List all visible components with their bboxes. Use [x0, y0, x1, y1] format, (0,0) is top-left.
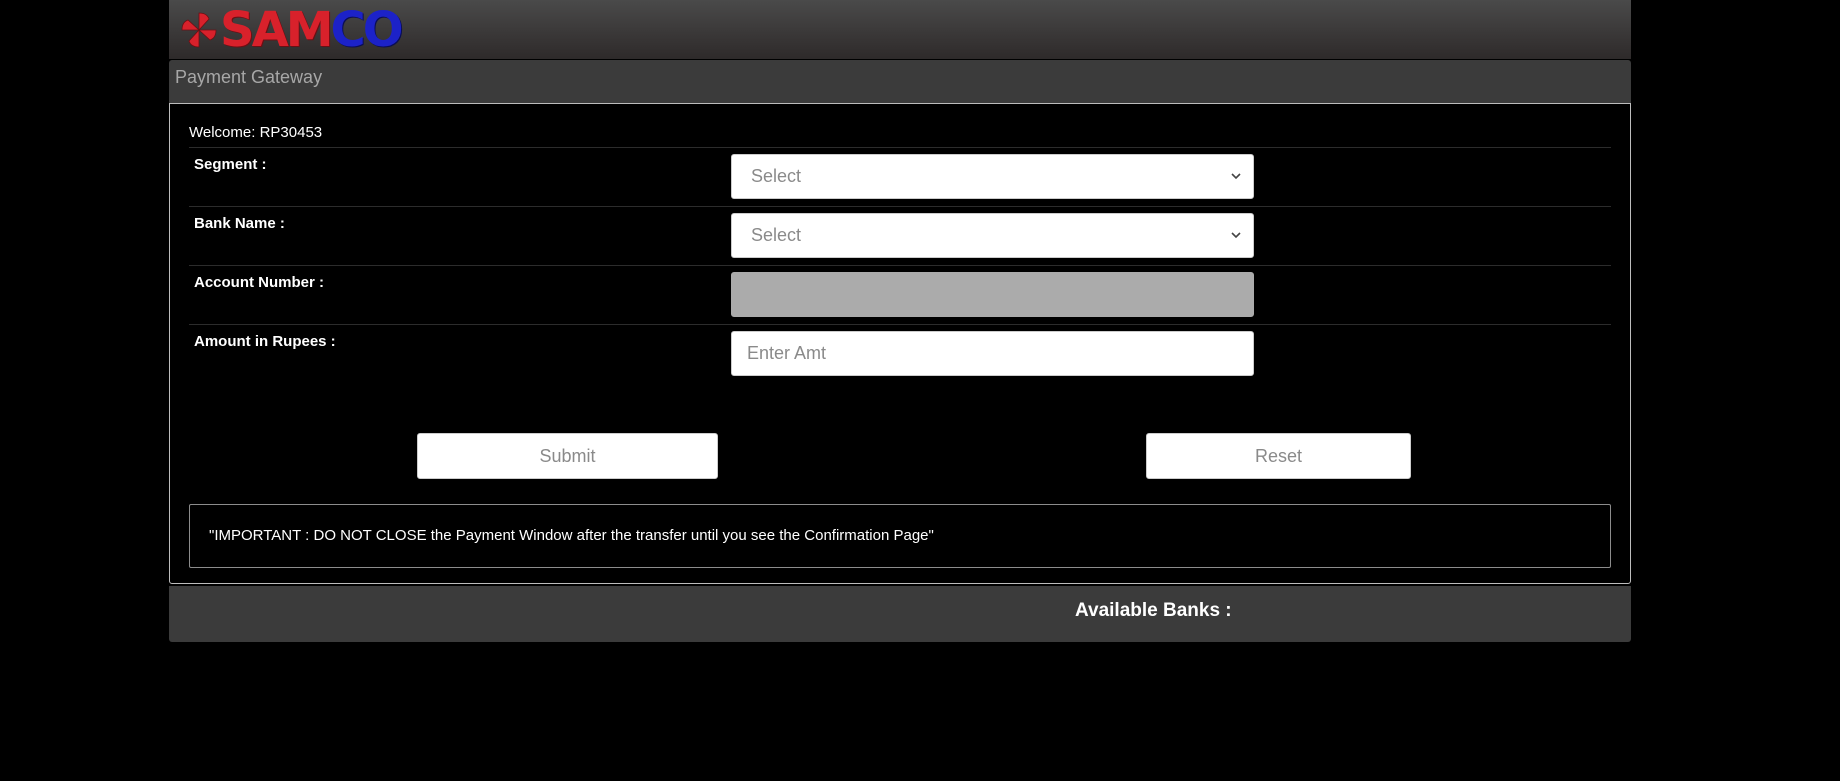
title-bar: Payment Gateway — [169, 60, 1631, 103]
bank-name-select-value: Select — [751, 225, 802, 245]
available-banks-title: Available Banks : — [1075, 600, 1232, 621]
logo-text-sam: SAM — [220, 2, 333, 58]
payment-form-panel: Welcome: RP30453 Segment : Select Bank N… — [169, 103, 1631, 584]
amount-label: Amount in Rupees : — [194, 333, 336, 350]
bank-name-select[interactable]: Select — [731, 213, 1254, 258]
samco-logo[interactable]: SAMCO — [178, 6, 404, 54]
page: SAMCO Payment Gateway Welcome: RP30453 S… — [169, 0, 1631, 642]
page-title: Payment Gateway — [175, 67, 323, 87]
available-banks-bar: Available Banks : — [169, 586, 1631, 642]
amount-row: Amount in Rupees : — [189, 324, 1611, 384]
account-number-row: Account Number : — [189, 265, 1611, 325]
header: SAMCO — [169, 0, 1631, 59]
account-number-label: Account Number : — [194, 274, 325, 291]
bank-name-row: Bank Name : Select — [189, 206, 1611, 266]
logo-text-co: CO — [330, 2, 403, 58]
submit-button[interactable]: Submit — [417, 433, 718, 479]
reset-button[interactable]: Reset — [1146, 433, 1411, 479]
bank-name-label: Bank Name : — [194, 215, 285, 232]
segment-label: Segment : — [194, 156, 267, 173]
segment-row: Segment : Select — [189, 147, 1611, 207]
logo-wordmark: SAMCO — [220, 6, 404, 54]
segment-select-value: Select — [751, 166, 802, 186]
account-number-field — [731, 272, 1254, 317]
segment-select[interactable]: Select — [731, 154, 1254, 199]
welcome-text: Welcome: RP30453 — [189, 124, 323, 141]
important-notice-text: "IMPORTANT : DO NOT CLOSE the Payment Wi… — [209, 527, 934, 544]
pinwheel-logo-icon — [181, 12, 217, 48]
chevron-down-icon — [1231, 173, 1241, 180]
amount-input[interactable] — [747, 343, 1253, 364]
important-notice: "IMPORTANT : DO NOT CLOSE the Payment Wi… — [189, 504, 1611, 568]
chevron-down-icon — [1231, 232, 1241, 239]
amount-field[interactable] — [731, 331, 1254, 376]
